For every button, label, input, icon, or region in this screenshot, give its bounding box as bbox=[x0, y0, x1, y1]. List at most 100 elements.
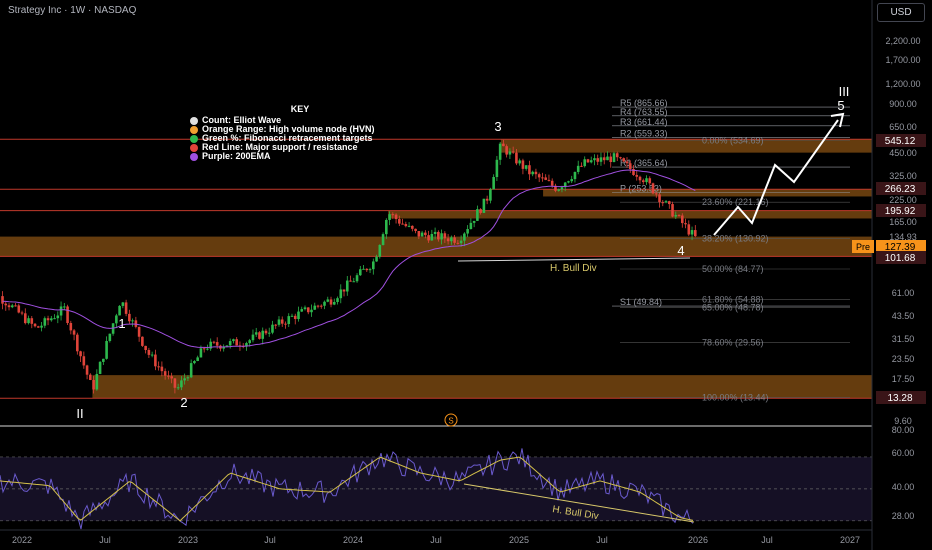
candle-body bbox=[463, 233, 466, 241]
candle-body bbox=[645, 178, 648, 183]
candle-body bbox=[602, 157, 606, 161]
candle-body bbox=[537, 174, 541, 178]
candle-body bbox=[492, 177, 495, 190]
candle-body bbox=[531, 171, 534, 175]
candle-body bbox=[521, 160, 525, 169]
candle-body bbox=[235, 339, 238, 346]
candle-body bbox=[300, 309, 304, 312]
purple-dot-icon bbox=[190, 152, 198, 161]
pivot-label: R3 (661.44) bbox=[620, 117, 668, 127]
red-dot-icon bbox=[190, 143, 198, 152]
candle-body bbox=[92, 379, 95, 390]
price-tag-label: 266.23 bbox=[885, 184, 916, 195]
candle-body bbox=[680, 215, 684, 224]
candle-body bbox=[147, 349, 151, 355]
time-tick-label: Jul bbox=[761, 535, 773, 545]
candle-body bbox=[144, 345, 147, 350]
split-marker-label: S bbox=[448, 417, 453, 426]
candle-body bbox=[622, 158, 626, 162]
candle-body bbox=[362, 268, 365, 270]
candle-body bbox=[254, 332, 258, 335]
candle-body bbox=[173, 378, 177, 388]
candle-body bbox=[544, 177, 547, 180]
candle-body bbox=[17, 305, 21, 313]
candle-body bbox=[606, 156, 609, 161]
candle-body bbox=[446, 238, 450, 242]
candle-body bbox=[654, 193, 658, 195]
candle-body bbox=[27, 318, 30, 324]
candle-body bbox=[641, 180, 645, 183]
time-axis[interactable]: 2022 Jul 2023 Jul 2024 Jul 2025 Jul 2026 Jul 2027 bbox=[0, 529, 872, 545]
candle-body bbox=[596, 158, 600, 162]
divergence-line bbox=[457, 257, 691, 262]
rsi-panel: H. Bull DivS bbox=[0, 413, 872, 530]
candle-body bbox=[466, 229, 469, 234]
candle-body bbox=[541, 177, 544, 179]
candle-body bbox=[33, 323, 37, 327]
candle-body bbox=[215, 342, 219, 346]
price-tag-label: 101.68 bbox=[885, 253, 916, 264]
symbol-title[interactable]: Strategy Inc · 1W · NASDAQ bbox=[8, 5, 136, 16]
candle-body bbox=[66, 306, 69, 324]
candle-body bbox=[612, 153, 616, 163]
candle-body bbox=[453, 237, 456, 243]
candle-body bbox=[358, 269, 362, 276]
rsi-band bbox=[0, 456, 872, 521]
candle-body bbox=[1, 296, 4, 304]
candle-body bbox=[593, 158, 596, 161]
candle-body bbox=[589, 160, 593, 163]
candle-body bbox=[193, 361, 196, 364]
candle-body bbox=[306, 307, 310, 313]
candle-body bbox=[163, 371, 167, 376]
candle-body bbox=[310, 309, 313, 313]
currency-button[interactable]: USD bbox=[877, 3, 925, 22]
price-tick-label: 165.00 bbox=[889, 217, 917, 227]
candle-body bbox=[479, 209, 482, 213]
candle-body bbox=[459, 240, 463, 244]
candle-body bbox=[95, 373, 99, 390]
candle-body bbox=[690, 230, 694, 235]
time-tick-label: Jul bbox=[264, 535, 276, 545]
candle-body bbox=[228, 341, 232, 346]
legend-title: KEY bbox=[290, 104, 310, 114]
candle-body bbox=[23, 313, 27, 324]
candle-body bbox=[404, 224, 408, 227]
candle-body bbox=[160, 366, 164, 372]
hvn-zone bbox=[388, 210, 872, 219]
price-tick-label: 61.00 bbox=[892, 288, 915, 298]
candle-body bbox=[687, 224, 691, 235]
candle-body bbox=[368, 269, 372, 271]
rsi-tick-label: 60.00 bbox=[892, 448, 915, 458]
candle-body bbox=[550, 180, 554, 186]
candle-body bbox=[557, 189, 560, 191]
candle-body bbox=[638, 176, 642, 181]
wave-label: 5 bbox=[837, 98, 844, 113]
candle-body bbox=[199, 348, 203, 358]
candle-body bbox=[375, 256, 378, 262]
price-tick-label: 23.50 bbox=[892, 354, 915, 364]
candle-body bbox=[495, 159, 499, 178]
rsi-tick-label: 40.00 bbox=[892, 482, 915, 492]
candle-body bbox=[150, 354, 154, 356]
price-chart[interactable]: 0.00% (534.69)23.60% (221.16)38.20% (130… bbox=[0, 0, 932, 550]
candle-body bbox=[609, 156, 613, 163]
candle-body bbox=[342, 289, 346, 292]
wave-label: 3 bbox=[494, 119, 501, 134]
candle-body bbox=[14, 305, 17, 307]
time-tick-label: Jul bbox=[430, 535, 442, 545]
candle-body bbox=[297, 311, 300, 320]
candle-body bbox=[30, 318, 34, 324]
candle-body bbox=[694, 230, 697, 237]
candle-body bbox=[316, 305, 320, 307]
candle-body bbox=[583, 159, 587, 167]
candle-body bbox=[284, 323, 287, 325]
price-tag-label: 13.28 bbox=[887, 393, 912, 404]
candle-body bbox=[183, 378, 186, 381]
candle-body bbox=[456, 242, 460, 244]
candle-body bbox=[518, 160, 521, 164]
fib-label: 65.00% (48.78) bbox=[702, 303, 764, 313]
ema-line bbox=[2, 169, 696, 349]
candle-body bbox=[664, 201, 668, 203]
candle-body bbox=[586, 159, 590, 163]
candle-body bbox=[336, 298, 339, 302]
